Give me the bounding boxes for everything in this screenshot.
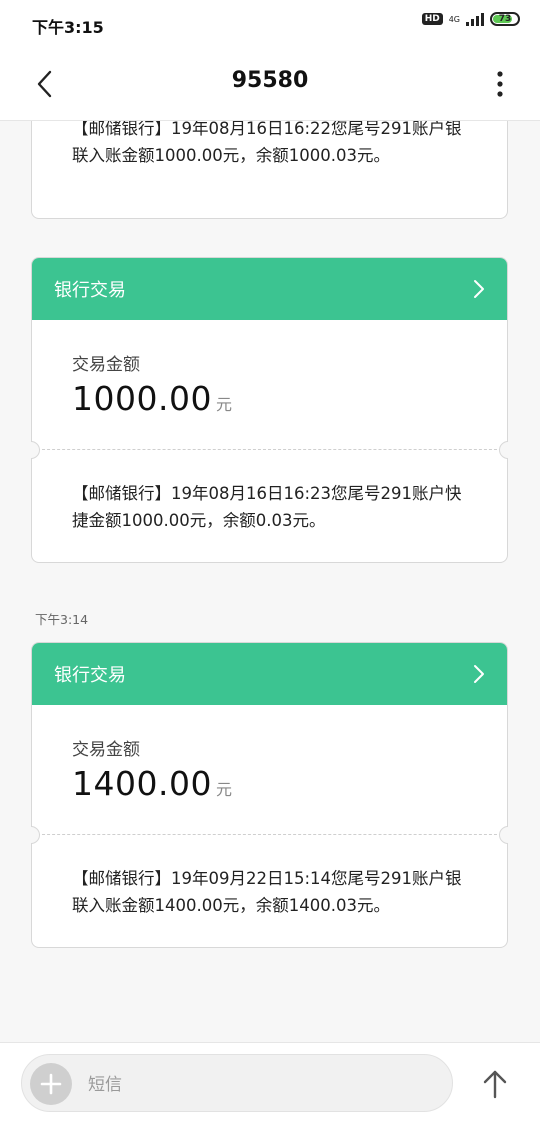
status-time: 下午3:15: [32, 18, 104, 37]
chevron-right-icon: [474, 280, 484, 298]
network-type: 4G: [448, 14, 460, 24]
hd-icon: HD: [421, 13, 443, 25]
chevron-right-icon: [474, 665, 484, 683]
card-header-label: 银行交易: [54, 665, 126, 686]
composer-pill: [21, 1054, 453, 1112]
amount-unit: 元: [215, 780, 232, 799]
message-card-partial: 【邮储银行】19年08月16日16:22您尾号291账户银联入账金额1000.0…: [31, 121, 508, 219]
conversation-title: 95580: [231, 68, 309, 93]
amount-unit: 元: [215, 395, 232, 414]
status-bar: 下午3:15 HD 4G 73: [0, 0, 540, 48]
more-options-icon[interactable]: [496, 70, 504, 98]
add-attachment-button[interactable]: [30, 1063, 72, 1105]
message-text: 【邮储银行】19年08月16日16:23您尾号291账户快捷金额1000.00元…: [72, 484, 462, 530]
send-arrow-icon[interactable]: [482, 1069, 508, 1099]
amount-value: 1400.00: [72, 764, 212, 803]
bank-transaction-card: 银行交易 交易金额 1400.00 元 【邮储银行】19年09月22日15:14您…: [31, 642, 508, 948]
plus-icon: [40, 1073, 62, 1095]
message-text: 【邮储银行】19年08月16日16:22您尾号291账户银联入账金额1000.0…: [72, 121, 462, 165]
card-header[interactable]: 银行交易: [32, 643, 507, 705]
message-list[interactable]: 【邮储银行】19年08月16日16:22您尾号291账户银联入账金额1000.0…: [0, 121, 540, 1041]
card-header[interactable]: 银行交易: [32, 258, 507, 320]
card-header-label: 银行交易: [54, 280, 126, 301]
battery-level: 73: [498, 14, 512, 24]
amount-block: 交易金额 1400.00 元: [32, 705, 507, 803]
dashed-divider: [31, 441, 508, 459]
dashed-divider: [31, 826, 508, 844]
conversation-header: 95580: [0, 48, 540, 121]
amount-value: 1000.00: [72, 379, 212, 418]
sms-input[interactable]: [86, 1067, 420, 1103]
amount-block: 交易金额 1000.00 元: [32, 320, 507, 418]
message-text: 【邮储银行】19年09月22日15:14您尾号291账户银联入账金额1400.0…: [72, 869, 462, 915]
signal-icon: [466, 12, 484, 26]
message-timestamp: 下午3:14: [35, 612, 89, 627]
battery-icon: 73: [490, 12, 520, 26]
amount-label: 交易金额: [72, 740, 140, 760]
status-icons: HD 4G 73: [421, 12, 520, 26]
amount-label: 交易金额: [72, 355, 140, 375]
bank-transaction-card: 银行交易 交易金额 1000.00 元 【邮储银行】19年08月16日16:23您…: [31, 257, 508, 563]
composer-bar: [0, 1042, 540, 1125]
